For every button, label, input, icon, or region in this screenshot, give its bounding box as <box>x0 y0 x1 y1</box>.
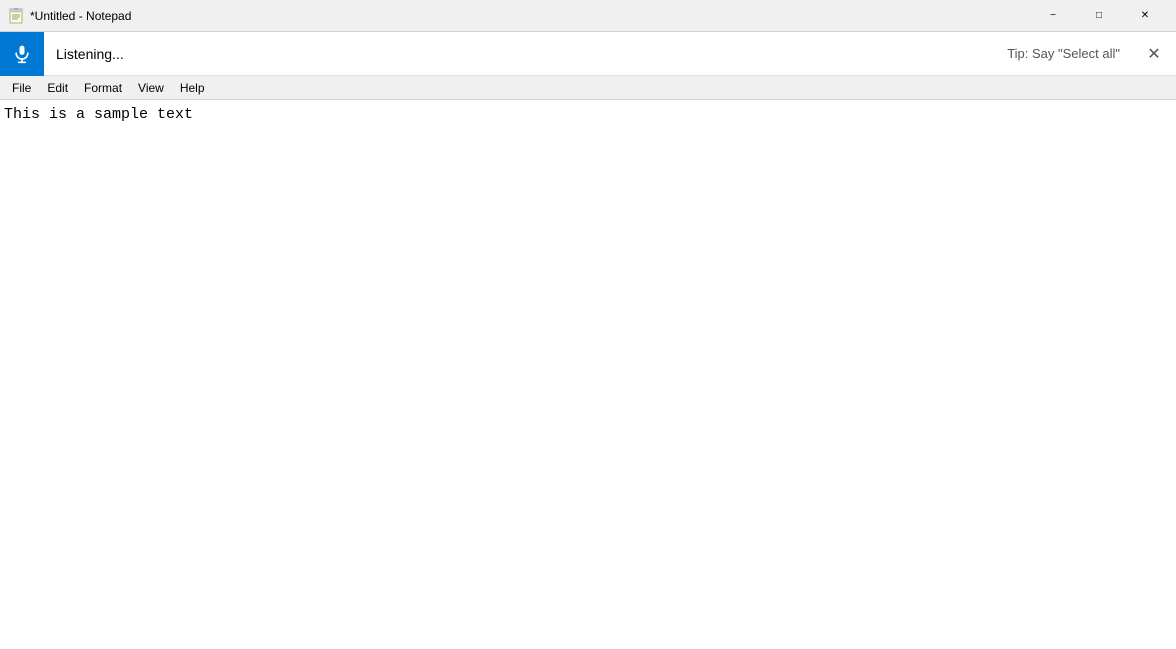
menu-view[interactable]: View <box>130 76 172 99</box>
editor-area[interactable]: This is a sample text <box>0 100 1176 649</box>
dictation-tip: Tip: Say "Select all" <box>1007 46 1132 61</box>
title-bar: *Untitled - Notepad − □ ✕ <box>0 0 1176 32</box>
menu-bar: File Edit Format View Help <box>0 76 1176 100</box>
menu-file[interactable]: File <box>4 76 39 99</box>
minimize-button[interactable]: − <box>1030 0 1076 32</box>
window-controls: − □ ✕ <box>1030 0 1168 32</box>
menu-format[interactable]: Format <box>76 76 130 99</box>
editor-content[interactable]: This is a sample text <box>4 104 1172 125</box>
notepad-icon <box>8 8 24 24</box>
dictation-status: Listening... <box>44 46 1007 62</box>
microphone-icon <box>12 44 32 64</box>
dictation-bar: Listening... Tip: Say "Select all" ✕ <box>0 32 1176 76</box>
close-button[interactable]: ✕ <box>1122 0 1168 32</box>
window-title: *Untitled - Notepad <box>30 9 1024 23</box>
dictation-close-button[interactable]: ✕ <box>1132 32 1176 76</box>
microphone-button[interactable] <box>0 32 44 76</box>
maximize-button[interactable]: □ <box>1076 0 1122 32</box>
menu-help[interactable]: Help <box>172 76 213 99</box>
menu-edit[interactable]: Edit <box>39 76 76 99</box>
